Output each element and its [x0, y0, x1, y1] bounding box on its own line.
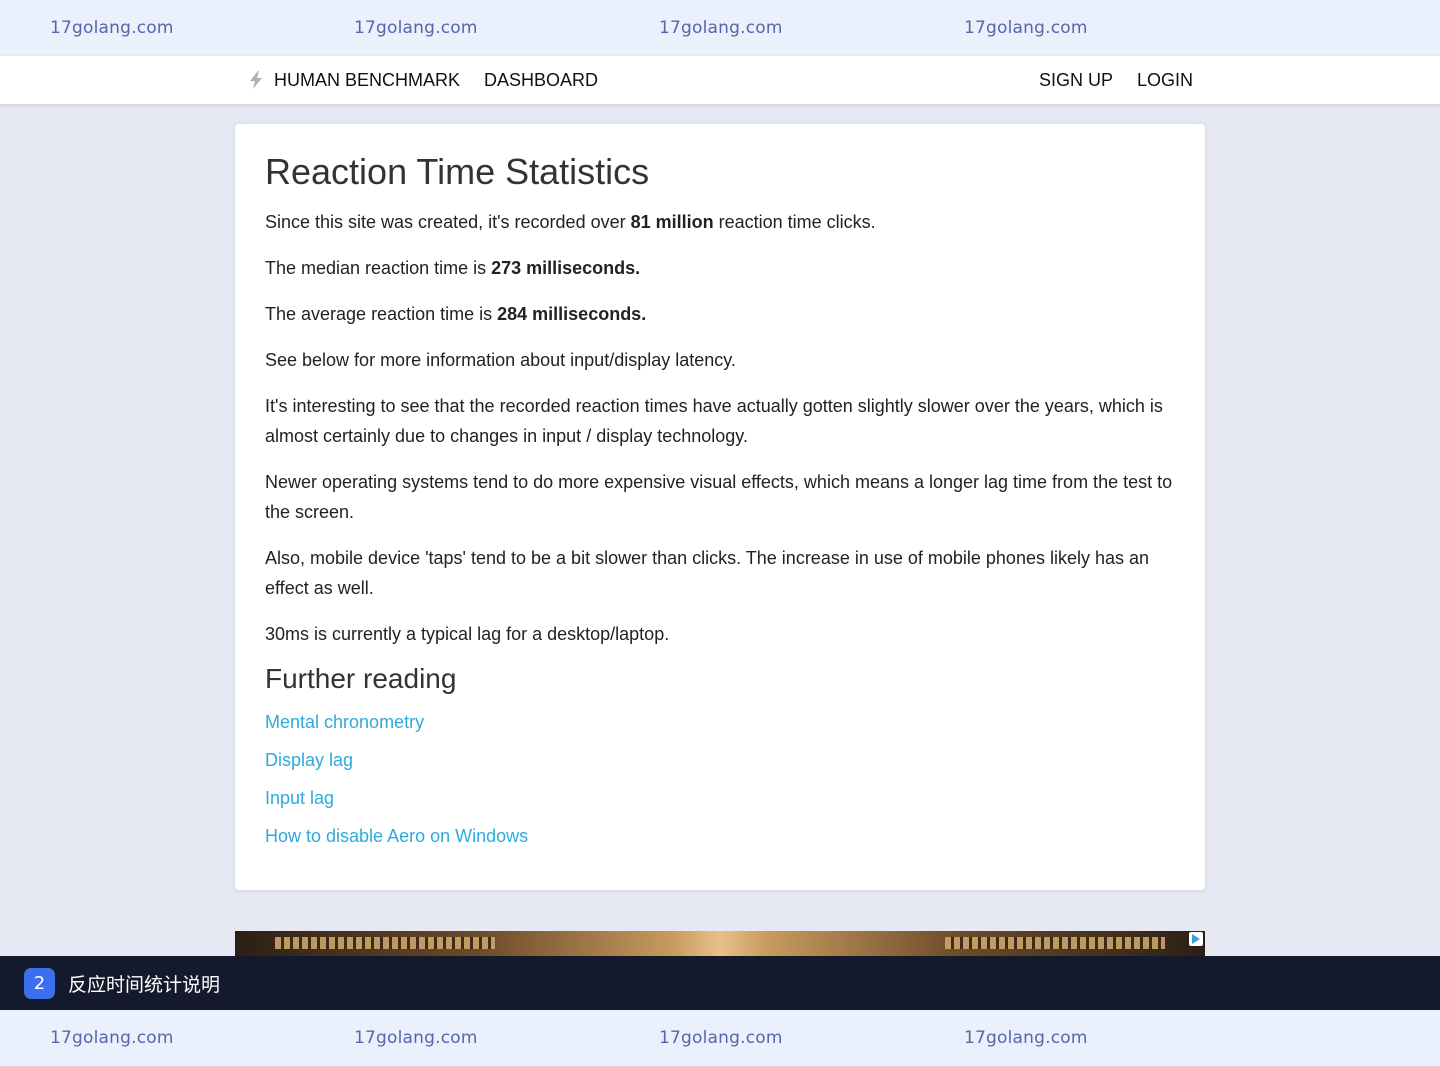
statistics-card: Reaction Time Statistics Since this site… — [235, 124, 1205, 890]
nav-auth-group: SIGN UP LOGIN — [1039, 70, 1193, 91]
paragraph-average: The average reaction time is 284 millise… — [265, 299, 1175, 329]
median-value: 273 milliseconds. — [491, 258, 641, 278]
paragraph-typical-lag: 30ms is currently a typical lag for a de… — [265, 624, 670, 644]
watermark-text: 17golang.com — [354, 1028, 478, 1048]
clicks-count-value: 81 million — [630, 212, 714, 232]
page-title: Reaction Time Statistics — [265, 151, 650, 192]
login-link[interactable]: LOGIN — [1137, 70, 1193, 91]
watermark-text: 17golang.com — [964, 1028, 1088, 1048]
nav-brand-link[interactable]: HUMAN BENCHMARK — [274, 70, 460, 91]
bolt-icon — [248, 71, 264, 89]
ad-decoration — [945, 937, 1165, 949]
paragraph-mobile-taps: Also, mobile device 'taps' tend to be a … — [265, 548, 1150, 598]
link-display-lag[interactable]: Display lag — [265, 749, 1175, 771]
paragraph-see-below: See below for more information about inp… — [265, 350, 736, 370]
sign-up-link[interactable]: SIGN UP — [1039, 70, 1113, 91]
ad-banner[interactable] — [235, 931, 1205, 956]
nav-dashboard-link[interactable]: DASHBOARD — [484, 70, 598, 91]
watermark-text: 17golang.com — [659, 1028, 783, 1048]
watermark-text: 17golang.com — [50, 18, 174, 38]
paragraph-operating-systems: Newer operating systems tend to do more … — [265, 472, 1173, 522]
step-number-badge: 2 — [24, 967, 55, 999]
navbar-inner: HUMAN BENCHMARK DASHBOARD SIGN UP LOGIN — [235, 56, 1205, 104]
average-value: 284 milliseconds. — [497, 304, 647, 324]
paragraph-text: Since this site was created, it's record… — [265, 212, 631, 232]
paragraph-slower-over-years: It's interesting to see that the recorde… — [265, 396, 1163, 446]
navbar: HUMAN BENCHMARK DASHBOARD SIGN UP LOGIN — [0, 56, 1440, 104]
watermark-text: 17golang.com — [354, 18, 478, 38]
link-input-lag[interactable]: Input lag — [265, 787, 1175, 809]
watermark-bar-bottom: 17golang.com 17golang.com 17golang.com 1… — [0, 1010, 1440, 1066]
paragraph-text: The average reaction time is — [265, 304, 498, 324]
ad-choices-icon[interactable] — [1189, 932, 1203, 946]
paragraph-text: The median reaction time is — [265, 258, 492, 278]
ad-decoration — [275, 937, 495, 949]
further-reading-heading: Further reading — [265, 663, 457, 694]
step-title: 反应时间统计说明 — [68, 973, 221, 996]
watermark-text: 17golang.com — [964, 18, 1088, 38]
paragraph-median: The median reaction time is 273 millisec… — [265, 253, 1175, 283]
watermark-bar-top: 17golang.com 17golang.com 17golang.com 1… — [0, 0, 1440, 56]
link-disable-aero[interactable]: How to disable Aero on Windows — [265, 825, 1175, 847]
paragraph-clicks-recorded: Since this site was created, it's record… — [265, 207, 1175, 237]
paragraph-text: reaction time clicks. — [713, 212, 876, 232]
watermark-text: 17golang.com — [659, 18, 783, 38]
step-strip: 2 反应时间统计说明 — [0, 956, 1440, 1010]
link-mental-chronometry[interactable]: Mental chronometry — [265, 711, 1175, 733]
watermark-text: 17golang.com — [50, 1028, 174, 1048]
